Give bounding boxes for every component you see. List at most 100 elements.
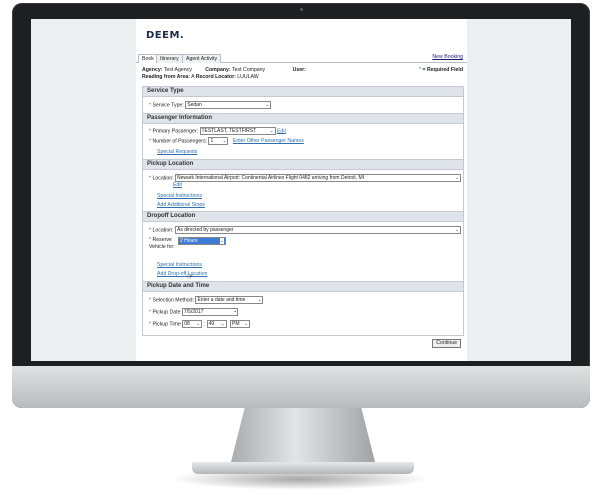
passenger-edit-link[interactable]: Edit <box>277 128 286 134</box>
required-star: * <box>149 321 152 328</box>
pickup-special-instructions-link[interactable]: Special Instructions <box>157 193 202 199</box>
chevron-down-icon: ⌄ <box>265 102 270 107</box>
add-additional-stops-link[interactable]: Add Additional Stops <box>157 202 205 208</box>
required-star: * <box>149 237 152 243</box>
primary-passenger-select[interactable]: TESTLAST, TESTFIRST ⌄ <box>199 127 276 135</box>
required-text: = Required Field <box>422 67 464 73</box>
reserve-vehicle-select[interactable]: 2 Hours ⌄ <box>178 237 226 245</box>
continue-button[interactable]: Continue <box>432 339 461 348</box>
pickup-datetime-section: Pickup Date and Time * Selection Method:… <box>142 281 464 336</box>
required-star: * <box>149 309 152 316</box>
required-star: * <box>149 297 152 304</box>
pickup-date-input[interactable]: 7/5/2017 • <box>181 308 238 316</box>
monitor-screen: DEEM. Book Itinerary Agent Activity New … <box>31 19 571 361</box>
pickup-location-select[interactable]: Newark International Airport: Continenta… <box>175 174 461 182</box>
pickup-hour-value: 08 <box>184 321 190 327</box>
dropoff-special-instructions-link[interactable]: Special Instructions <box>157 262 202 268</box>
deem-logo: DEEM. <box>146 30 184 41</box>
pickup-location-label: Location: <box>152 175 174 182</box>
passenger-section: Passenger Information * Primary Passenge… <box>142 113 464 161</box>
dropoff-location-value: As directed by passenger <box>177 227 234 233</box>
service-type-section: Service Type * Service Type: Sedan ⌄ <box>142 86 464 115</box>
pickup-date-value: 7/5/2017 <box>183 309 204 315</box>
company-value: Test Company <box>232 67 266 73</box>
required-star: * <box>149 138 152 145</box>
tab-book[interactable]: Book <box>138 54 158 63</box>
pickup-location-value: Newark International Airport: Continenta… <box>177 175 365 181</box>
passenger-count-value: 1 <box>210 138 214 144</box>
chevron-down-icon: ⌄ <box>222 138 227 143</box>
chevron-down-icon: ⌄ <box>455 175 459 180</box>
passenger-count-label: Number of Passengers: <box>152 138 207 145</box>
selection-method-label: Selection Method: <box>152 297 195 304</box>
monitor-chin <box>12 366 590 408</box>
pickup-location-row: * Location: Newark International Airport… <box>149 174 461 182</box>
pickup-time-row: * Pickup Time 08 ⌄ : 49 ⌄ PM ⌄ <box>149 320 251 328</box>
service-type-label: Service Type: <box>152 102 184 109</box>
reserve-vehicle-value: 2 Hours <box>180 238 198 244</box>
tab-agent-activity[interactable]: Agent Activity <box>182 54 222 63</box>
tab-bar: Book Itinerary Agent Activity New Bookin… <box>136 53 467 63</box>
passenger-count-row: * Number of Passengers: 1 ⌄ Enter Other P… <box>149 137 304 145</box>
logo-suffix: . <box>179 30 185 41</box>
booking-info: Agency: Test Agency Company: Test Compan… <box>142 67 462 80</box>
dropoff-location-select[interactable]: As directed by passenger ⌄ <box>175 226 461 234</box>
service-type-select[interactable]: Sedan ⌄ <box>185 101 272 109</box>
required-star: * <box>149 102 152 109</box>
company-label: Company: <box>205 67 231 73</box>
selection-method-value: Enter a date and time <box>197 297 246 303</box>
pickup-ampm-select[interactable]: PM ⌄ <box>230 320 251 328</box>
pickup-ampm-value: PM <box>232 321 240 327</box>
pickup-time-label: Pickup Time <box>152 321 181 328</box>
hand-cursor-icon: ☞ <box>186 271 195 281</box>
passenger-count-select[interactable]: 1 ⌄ <box>208 137 229 145</box>
add-dropoff-location-link[interactable]: Add Drop-off Location <box>157 271 207 277</box>
add-dropoff-row: Add Drop-off Location <box>157 271 207 277</box>
tab-itinerary[interactable]: Itinerary <box>156 54 183 63</box>
pickup-date-row: * Pickup Date 7/5/2017 • <box>149 308 238 316</box>
service-type-row: * Service Type: Sedan ⌄ <box>149 101 272 109</box>
pickup-location-title: Pickup Location <box>143 160 463 170</box>
required-field-note: * = Required Field <box>419 67 463 73</box>
chevron-down-icon: ⌄ <box>257 297 262 302</box>
record-locator-value: LUULAW <box>237 73 259 80</box>
special-requests-link[interactable]: Special Requests <box>157 149 197 155</box>
service-type-title: Service Type <box>143 87 463 97</box>
primary-passenger-row: * Primary Passenger: TESTLAST, TESTFIRST… <box>149 127 286 135</box>
time-separator: : <box>203 321 206 328</box>
pickup-location-section: Pickup Location * Location: Newark Inter… <box>142 159 464 213</box>
logo-text: DEEM <box>146 30 180 41</box>
pickup-edit-row: Edit <box>173 182 182 188</box>
agency-label: Agency: <box>142 67 163 73</box>
dropoff-location-section: Dropoff Location * Location: As directed… <box>142 211 464 283</box>
pickup-datetime-title: Pickup Date and Time <box>143 282 463 292</box>
required-star: * <box>149 227 152 234</box>
pickup-date-label: Pickup Date <box>152 309 181 316</box>
record-locator-label: Record Locator: <box>195 73 236 80</box>
monitor-stand-neck <box>230 408 376 466</box>
service-type-value: Sedan <box>187 102 202 108</box>
selection-method-select[interactable]: Enter a date and time ⌄ <box>195 296 264 304</box>
dropoff-instructions-row: Special Instructions <box>157 262 202 268</box>
pickup-minute-select[interactable]: 49 ⌄ <box>206 320 227 328</box>
chevron-down-icon: ⌄ <box>244 321 249 326</box>
pickup-minute-value: 49 <box>208 321 215 327</box>
dropoff-location-row: * Location: As directed by passenger ⌄ <box>149 226 461 234</box>
calendar-dot-icon[interactable]: • <box>234 309 236 315</box>
pickup-hour-select[interactable]: 08 ⌄ <box>182 320 203 328</box>
chevron-down-icon: ⌄ <box>220 321 225 326</box>
chevron-down-icon: ⌄ <box>269 128 274 133</box>
user-label: User: <box>292 67 306 73</box>
agency-value: Test Agency <box>163 67 192 73</box>
reserve-vehicle-row: * Reserve Vehicle for: <box>149 237 175 250</box>
required-star: * <box>149 128 152 135</box>
required-star: * <box>149 175 152 182</box>
other-passenger-names-link[interactable]: Enter Other Passenger Names <box>233 138 304 144</box>
chevron-down-icon: ⌄ <box>196 321 201 326</box>
pickup-location-edit-link[interactable]: Edit <box>173 182 182 188</box>
booking-page: DEEM. Book Itinerary Agent Activity New … <box>136 19 467 361</box>
required-star: * <box>419 67 422 73</box>
chevron-down-icon: ⌄ <box>455 227 459 232</box>
new-booking-link[interactable]: New Booking <box>432 54 463 60</box>
chevron-down-icon: ⌄ <box>220 238 224 244</box>
